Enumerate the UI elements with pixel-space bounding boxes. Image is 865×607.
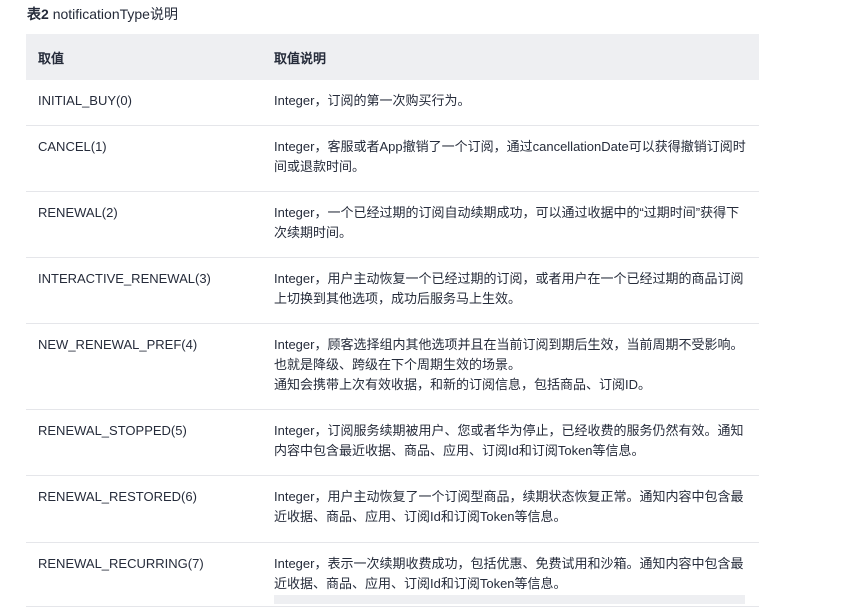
table-row: INITIAL_BUY(0) Integer，订阅的第一次购买行为。 xyxy=(26,80,759,126)
table-caption-text: notificationType说明 xyxy=(52,6,178,22)
description-cell: Integer，用户主动恢复了一个订阅型商品，续期状态恢复正常。通知内容中包含最… xyxy=(262,475,759,543)
value-cell: INTERACTIVE_RENEWAL(3) xyxy=(26,257,262,324)
description-cell: Integer，一个已经过期的订阅自动续期成功，可以通过收据中的“过期时间”获得… xyxy=(262,191,759,258)
notification-type-table: 取值 取值说明 INITIAL_BUY(0) Integer，订阅的第一次购买行… xyxy=(26,34,759,607)
description-text: Integer，顾客选择组内其他选项并且在当前订阅到期后生效，当前周期不受影响。… xyxy=(274,337,744,372)
value-cell: RENEWAL(2) xyxy=(26,191,262,258)
table-row: CANCEL(1) Integer，客服或者App撤销了一个订阅，通过cance… xyxy=(26,125,759,192)
value-cell: RENEWAL_RESTORED(6) xyxy=(26,475,262,543)
column-header-value: 取值 xyxy=(26,34,262,80)
column-header-description: 取值说明 xyxy=(262,34,759,80)
value-cell: INITIAL_BUY(0) xyxy=(26,80,262,126)
table-caption-number: 表2 xyxy=(27,6,49,22)
description-cell: Integer，订阅的第一次购买行为。 xyxy=(262,80,759,126)
table-header: 取值 取值说明 xyxy=(26,34,759,80)
description-cell: Integer，订阅服务续期被用户、您或者华为停止，已经收费的服务仍然有效。通知… xyxy=(262,409,759,476)
value-cell: RENEWAL_RECURRING(7) xyxy=(26,542,262,607)
table-header-row: 取值 取值说明 xyxy=(26,34,759,80)
table-row: INTERACTIVE_RENEWAL(3) Integer，用户主动恢复一个已… xyxy=(26,257,759,324)
table-row: NEW_RENEWAL_PREF(4) Integer，顾客选择组内其他选项并且… xyxy=(26,323,759,410)
value-cell: CANCEL(1) xyxy=(26,125,262,192)
description-cell: Integer，顾客选择组内其他选项并且在当前订阅到期后生效，当前周期不受影响。… xyxy=(262,323,759,410)
table-row: RENEWAL(2) Integer，一个已经过期的订阅自动续期成功，可以通过收… xyxy=(26,191,759,258)
horizontal-scrollbar[interactable] xyxy=(274,595,745,604)
description-cell: Integer，客服或者App撤销了一个订阅，通过cancellationDat… xyxy=(262,125,759,192)
value-cell: NEW_RENEWAL_PREF(4) xyxy=(26,323,262,410)
description-extra-text: 通知会携带上次有效收据，和新的订阅信息，包括商品、订阅ID。 xyxy=(274,377,652,392)
table-row: RENEWAL_STOPPED(5) Integer，订阅服务续期被用户、您或者… xyxy=(26,409,759,476)
table-caption: 表2 notificationType说明 xyxy=(27,5,178,23)
value-cell: RENEWAL_STOPPED(5) xyxy=(26,409,262,476)
table-row: RENEWAL_RESTORED(6) Integer，用户主动恢复了一个订阅型… xyxy=(26,475,759,543)
description-cell: Integer，用户主动恢复一个已经过期的订阅，或者用户在一个已经过期的商品订阅… xyxy=(262,257,759,324)
